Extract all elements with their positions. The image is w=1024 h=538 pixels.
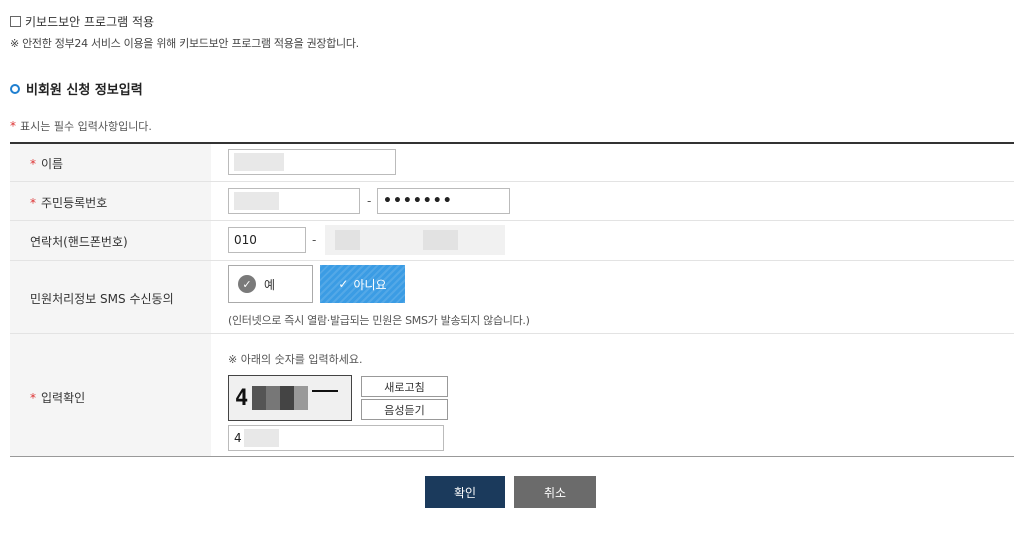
check-circle-icon: ✓ <box>238 275 256 293</box>
masked-value <box>243 429 279 447</box>
sms-yes-option[interactable]: ✓ 예 <box>228 265 313 303</box>
required-note: * 표시는 필수 입력사항입니다. <box>10 118 152 134</box>
required-star-icon: * <box>30 195 36 210</box>
captcha-image: 4 <box>228 375 352 421</box>
captcha-input-value: 4 <box>234 431 242 445</box>
sms-label-text: 민원처리정보 SMS 수신동의 <box>30 292 174 306</box>
captcha-noise-line <box>312 390 339 392</box>
captcha-refresh-button[interactable]: 새로고침 <box>361 376 448 397</box>
rrn-label-text: 주민등록번호 <box>41 196 108 210</box>
keyboard-security-checkbox[interactable] <box>10 16 21 27</box>
captcha-label-text: 입력확인 <box>41 391 86 405</box>
sms-no-label: 아니요 <box>353 277 387 292</box>
masked-value <box>423 230 458 250</box>
row-divider <box>10 181 1014 182</box>
check-icon: ✓ <box>338 277 349 291</box>
phone-separator: - <box>312 233 317 247</box>
sms-note: (인터넷으로 즉시 열람·발급되는 민원은 SMS가 발송되지 않습니다.) <box>228 314 530 327</box>
rrn-separator: - <box>367 194 372 208</box>
required-note-text: 표시는 필수 입력사항입니다. <box>20 120 152 133</box>
sms-yes-label: 예 <box>264 277 276 292</box>
masked-value <box>234 192 279 210</box>
name-label-text: 이름 <box>41 157 64 171</box>
phone-prefix-input[interactable]: 010 <box>228 227 306 253</box>
masked-value <box>234 153 284 171</box>
captcha-masked-digits <box>252 386 309 410</box>
required-star-icon: * <box>30 390 36 405</box>
captcha-digit: 4 <box>235 385 249 411</box>
captcha-audio-button[interactable]: 음성듣기 <box>361 399 448 420</box>
row-divider <box>10 260 1014 261</box>
phone-label: 연락처(핸드폰번호) <box>30 233 128 250</box>
row-divider <box>10 333 1014 334</box>
captcha-instruction: ※ 아래의 숫자를 입력하세요. <box>228 353 363 366</box>
circle-bullet-icon <box>10 83 20 94</box>
sms-label: 민원처리정보 SMS 수신동의 <box>30 290 174 307</box>
keyboard-security-label: 키보드보안 프로그램 적용 <box>25 15 155 29</box>
section-title-text: 비회원 신청 정보입력 <box>26 83 143 98</box>
captcha-label: * 입력확인 <box>30 389 85 406</box>
confirm-button[interactable]: 확인 <box>425 476 505 508</box>
masked-value <box>335 230 360 250</box>
rrn-label: * 주민등록번호 <box>30 194 107 211</box>
section-title: 비회원 신청 정보입력 <box>10 79 143 98</box>
name-input[interactable] <box>228 149 396 175</box>
row-divider <box>10 220 1014 221</box>
required-star-icon: * <box>30 156 36 171</box>
captcha-input[interactable]: 4 <box>228 425 444 451</box>
phone-label-text: 연락처(핸드폰번호) <box>30 235 128 249</box>
keyboard-security-option[interactable]: 키보드보안 프로그램 적용 <box>10 13 154 30</box>
cancel-button[interactable]: 취소 <box>514 476 596 508</box>
form-table-bottom-border <box>10 456 1014 457</box>
keyboard-security-notice: ※ 안전한 정부24 서비스 이용을 위해 키보드보안 프로그램 적용을 권장합… <box>10 37 359 50</box>
rrn-front-input[interactable] <box>228 188 360 214</box>
name-label: * 이름 <box>30 155 63 172</box>
required-star-icon: * <box>10 119 16 133</box>
sms-no-option[interactable]: ✓ 아니요 <box>320 265 405 303</box>
rrn-back-input[interactable]: ••••••• <box>377 188 510 214</box>
